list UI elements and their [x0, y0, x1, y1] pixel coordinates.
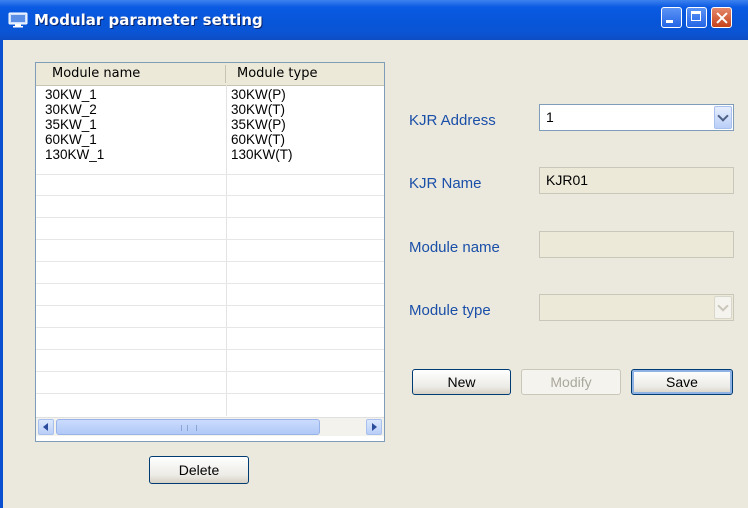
module-type-cell: 130KW(T) — [231, 147, 293, 162]
module-type-dropdown-button — [714, 296, 732, 319]
kjr-name-value: KJR01 — [546, 172, 589, 188]
module-name-cell: 130KW_1 — [45, 147, 105, 162]
module-name-cell: 30KW_1 — [45, 87, 97, 102]
modify-button[interactable]: Modify — [521, 369, 621, 395]
kjr-address-label: KJR Address — [409, 112, 496, 129]
module-list[interactable]: Module name Module type 30KW_1 30KW(P) 3… — [35, 62, 385, 442]
module-name-cell: 35KW_1 — [45, 117, 97, 132]
row-gridline — [36, 261, 384, 262]
maximize-button[interactable] — [686, 7, 707, 28]
module-type-cell: 30KW(T) — [231, 102, 285, 117]
delete-button[interactable]: Delete — [149, 456, 249, 484]
module-type-select — [539, 294, 734, 321]
row-gridline — [36, 174, 384, 175]
kjr-address-dropdown-button[interactable] — [714, 106, 732, 129]
scrollbar-thumb[interactable] — [56, 419, 320, 435]
row-gridline — [36, 371, 384, 372]
scroll-right-button[interactable] — [366, 419, 382, 435]
column-divider[interactable] — [225, 65, 226, 83]
close-button[interactable] — [711, 7, 732, 28]
monitor-icon — [8, 12, 28, 28]
row-gridline — [36, 349, 384, 350]
modular-parameter-window: Modular parameter setting Module name Mo… — [0, 0, 748, 508]
kjr-name-field: KJR01 — [539, 167, 734, 194]
list-item[interactable]: 130KW_1 130KW(T) — [36, 147, 384, 162]
module-name-field — [539, 231, 734, 258]
list-item[interactable]: 60KW_1 60KW(T) — [36, 132, 384, 147]
row-gridline — [36, 393, 384, 394]
row-gridline — [36, 305, 384, 306]
row-gridline — [36, 327, 384, 328]
chevron-down-icon — [717, 300, 729, 312]
module-type-cell: 60KW(T) — [231, 132, 285, 147]
column-header-module-name[interactable]: Module name — [52, 66, 140, 81]
kjr-address-select[interactable]: 1 — [539, 104, 734, 131]
module-type-cell: 30KW(P) — [231, 87, 286, 102]
title-bar[interactable]: Modular parameter setting — [0, 0, 748, 40]
list-item[interactable]: 30KW_1 30KW(P) — [36, 87, 384, 102]
module-name-cell: 60KW_1 — [45, 132, 97, 147]
row-gridline — [36, 195, 384, 196]
module-name-label: Module name — [409, 239, 500, 256]
list-header: Module name Module type — [36, 63, 384, 86]
module-name-cell: 30KW_2 — [45, 102, 97, 117]
arrow-right-icon — [372, 423, 377, 431]
window-title: Modular parameter setting — [34, 11, 263, 29]
minimize-button[interactable] — [661, 7, 682, 28]
list-item[interactable]: 35KW_1 35KW(P) — [36, 117, 384, 132]
grip-icon — [181, 425, 197, 431]
row-gridline — [36, 283, 384, 284]
column-header-module-type[interactable]: Module type — [237, 66, 317, 81]
horizontal-scrollbar[interactable] — [36, 417, 384, 436]
scroll-left-button[interactable] — [38, 419, 54, 435]
chevron-down-icon — [717, 110, 729, 122]
list-item[interactable]: 30KW_2 30KW(T) — [36, 102, 384, 117]
row-gridline — [36, 217, 384, 218]
arrow-left-icon — [43, 423, 48, 431]
save-button[interactable]: Save — [631, 369, 733, 395]
kjr-address-value: 1 — [546, 109, 554, 125]
row-gridline — [36, 239, 384, 240]
kjr-name-label: KJR Name — [409, 175, 482, 192]
new-button[interactable]: New — [412, 369, 511, 395]
module-type-label: Module type — [409, 302, 491, 319]
module-type-cell: 35KW(P) — [231, 117, 286, 132]
